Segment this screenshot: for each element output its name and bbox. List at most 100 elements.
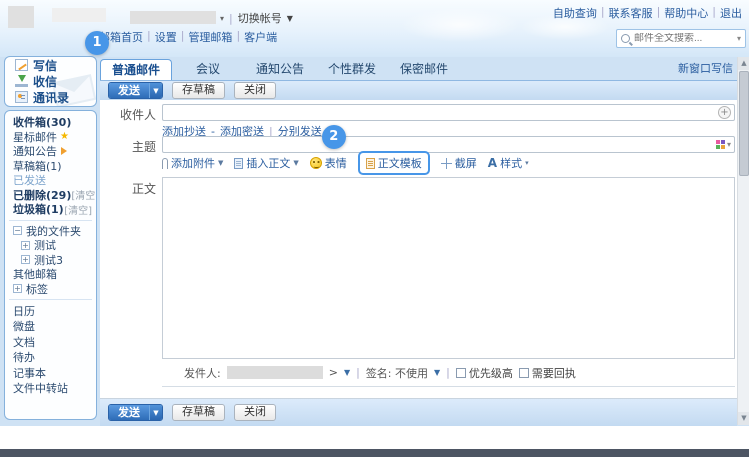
signature-selector[interactable]: 签名: 不使用: [366, 365, 428, 381]
search-input[interactable]: [634, 33, 733, 44]
style-button[interactable]: A 样式 ▾: [488, 155, 529, 171]
folder-announcements[interactable]: 通知公告: [5, 144, 96, 159]
nav-settings[interactable]: 设置: [155, 29, 177, 45]
scroll-up-icon[interactable]: ▲: [738, 57, 749, 70]
nav-client[interactable]: 客户端: [244, 29, 277, 45]
help-center-link[interactable]: 帮助中心: [664, 5, 708, 21]
contacts-label: 通讯录: [33, 89, 69, 106]
insert-body-button[interactable]: 插入正文 ▼: [234, 155, 298, 171]
folder-sent[interactable]: 已发送: [5, 173, 96, 188]
send-button[interactable]: 发送 ▼: [108, 82, 163, 99]
tab-confidential-mail[interactable]: 保密邮件: [388, 59, 460, 80]
expand-icon[interactable]: +: [13, 284, 22, 293]
search-scope-dropdown-icon[interactable]: ▾: [737, 34, 741, 43]
to-input[interactable]: [166, 106, 718, 119]
send-dropdown-icon[interactable]: ▼: [149, 405, 162, 420]
separator: |: [712, 5, 716, 21]
checkbox-icon[interactable]: [519, 368, 529, 378]
send-dropdown-icon[interactable]: ▼: [149, 83, 162, 98]
scroll-down-icon[interactable]: ▼: [738, 412, 749, 425]
tree-test3-folder[interactable]: + 测试3: [5, 253, 96, 268]
star-icon: ★: [60, 131, 69, 142]
close-button[interactable]: 关闭: [234, 82, 276, 99]
chevron-down-icon: ▼: [293, 159, 298, 167]
tree-tags[interactable]: + 标签: [5, 282, 96, 297]
checkbox-icon[interactable]: [456, 368, 466, 378]
priority-high-checkbox[interactable]: 优先级高: [456, 365, 513, 381]
add-attachment-button[interactable]: 添加附件 ▼: [162, 155, 223, 171]
empty-folder-link[interactable]: [清空]: [71, 187, 97, 202]
separator: |: [657, 5, 661, 21]
tab-announcement[interactable]: 通知公告: [244, 59, 316, 80]
switch-account-link[interactable]: 切换帐号: [238, 10, 282, 26]
tab-normal-mail[interactable]: 普通邮件: [100, 59, 172, 80]
screenshot-label: 截屏: [455, 155, 477, 171]
sidebar-item-todo[interactable]: 待办: [5, 350, 96, 366]
bottom-action-bar: 发送 ▼ 存草稿 关闭: [100, 399, 737, 426]
app-label: 文件中转站: [13, 380, 68, 396]
sidebar-item-notes[interactable]: 记事本: [5, 365, 96, 381]
style-label: 样式: [500, 155, 522, 171]
sidebar-item-netdisk[interactable]: 微盘: [5, 319, 96, 335]
sidebar-item-file-transfer[interactable]: 文件中转站: [5, 381, 96, 397]
message-body-editor[interactable]: [162, 177, 735, 359]
self-service-link[interactable]: 自助查询: [553, 5, 597, 21]
emoji-button[interactable]: 表情: [310, 155, 347, 171]
folder-inbox[interactable]: 收件箱(30): [5, 115, 96, 130]
body-template-label: 正文模板: [378, 155, 422, 171]
subject-template-picker[interactable]: ▾: [716, 140, 731, 149]
compose-button[interactable]: 写信: [5, 57, 96, 73]
save-draft-button-bottom[interactable]: 存草稿: [172, 404, 225, 421]
separator: |: [147, 29, 151, 45]
taskbar-strip: [0, 449, 749, 457]
folder-drafts[interactable]: 草稿箱(1): [5, 159, 96, 174]
close-button-bottom[interactable]: 关闭: [234, 404, 276, 421]
expand-icon[interactable]: +: [21, 255, 30, 264]
scrollbar-thumb[interactable]: [739, 71, 749, 176]
sender-dropdown-icon[interactable]: ▼: [344, 368, 350, 377]
expand-icon[interactable]: +: [21, 241, 30, 250]
empty-folder-link[interactable]: [清空]: [64, 202, 92, 217]
need-receipt-checkbox[interactable]: 需要回执: [519, 365, 576, 381]
tab-meeting[interactable]: 会议: [172, 59, 244, 80]
tree-my-folders[interactable]: − 我的文件夹: [5, 224, 96, 239]
redacted-logo: [8, 6, 34, 28]
tree-other-mailboxes[interactable]: 其他邮箱: [5, 267, 96, 282]
sidebar-actions-panel: 写信 收信 通讯录: [4, 56, 97, 107]
contact-support-link[interactable]: 联系客服: [609, 5, 653, 21]
account-caret-icon[interactable]: ▾: [220, 14, 224, 23]
app-label: 待办: [13, 349, 35, 365]
folder-starred[interactable]: 星标邮件 ★: [5, 130, 96, 145]
switch-account-caret-icon[interactable]: ▼: [287, 14, 293, 23]
separator: |: [236, 29, 240, 45]
receive-mail-button[interactable]: 收信: [5, 73, 96, 89]
signature-dropdown-icon[interactable]: ▼: [434, 368, 440, 377]
add-contact-icon[interactable]: +: [718, 106, 731, 119]
divider: [9, 299, 92, 300]
sidebar-folders-panel: 收件箱(30) 星标邮件 ★ 通知公告 草稿箱(1) 已发送 已删除(29) […: [4, 110, 97, 420]
folder-junk[interactable]: 垃圾箱(1) [清空]: [5, 202, 96, 217]
to-field[interactable]: +: [162, 104, 735, 121]
folder-deleted[interactable]: 已删除(29) [清空]: [5, 188, 96, 203]
collapse-icon[interactable]: −: [13, 226, 22, 235]
nav-manage-mailbox[interactable]: 管理邮箱: [188, 29, 232, 45]
contacts-button[interactable]: 通讯录: [5, 89, 96, 105]
tab-personalized-mass[interactable]: 个性群发: [316, 59, 388, 80]
tree-test-folder[interactable]: + 测试: [5, 238, 96, 253]
new-window-compose-link[interactable]: 新窗口写信: [678, 60, 733, 76]
screenshot-button[interactable]: 截屏: [441, 155, 477, 171]
fulltext-search[interactable]: ▾: [616, 29, 746, 48]
redacted-brand-text: [52, 8, 106, 22]
app-label: 记事本: [13, 365, 46, 381]
chevron-down-icon: ▾: [525, 159, 529, 167]
vertical-scrollbar[interactable]: ▲ ▼: [737, 57, 749, 425]
template-document-icon: [366, 158, 375, 169]
save-draft-button[interactable]: 存草稿: [172, 82, 225, 99]
sidebar-item-calendar[interactable]: 日历: [5, 303, 96, 319]
sidebar-item-documents[interactable]: 文档: [5, 334, 96, 350]
send-button-bottom[interactable]: 发送 ▼: [108, 404, 163, 421]
subject-field[interactable]: ▾: [162, 136, 735, 153]
body-template-button[interactable]: 2 正文模板: [358, 151, 430, 175]
subject-input[interactable]: [166, 138, 716, 151]
logout-link[interactable]: 退出: [720, 5, 742, 21]
